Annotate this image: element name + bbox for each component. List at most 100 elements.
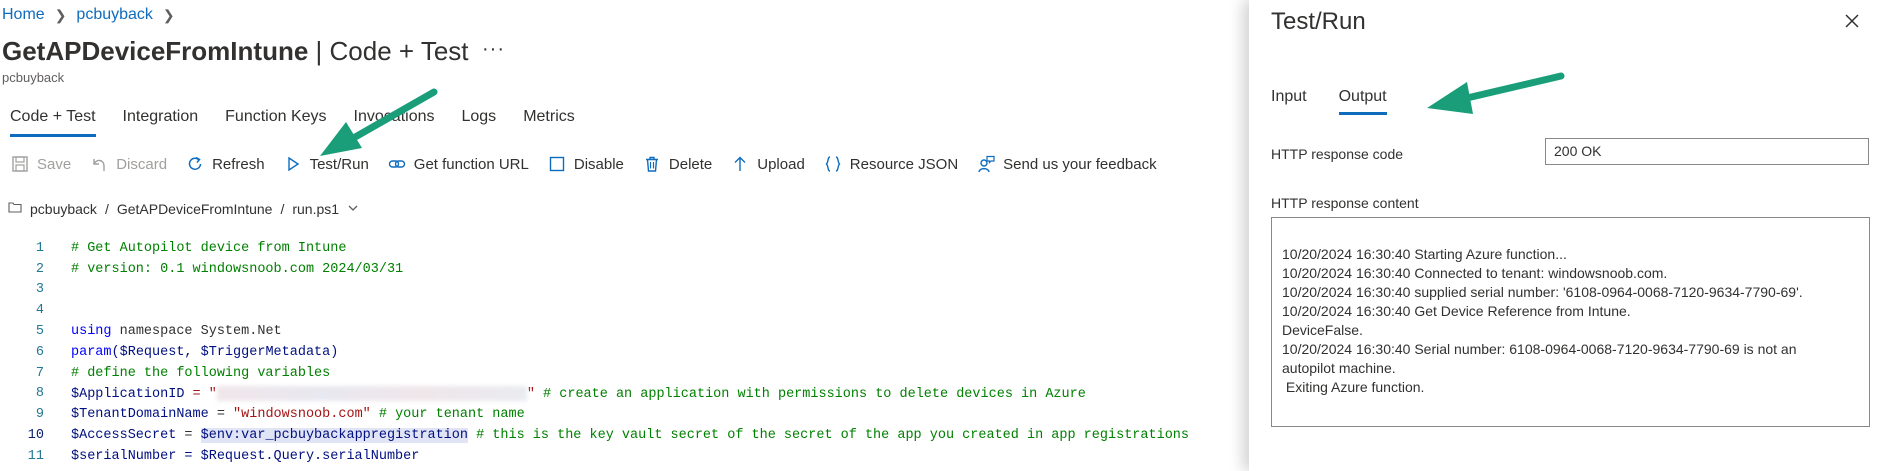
response-code-field[interactable]: 200 OK: [1545, 138, 1869, 165]
chevron-right-icon: ❯: [54, 6, 67, 23]
tab-code-test[interactable]: Code + Test: [10, 108, 96, 137]
breadcrumb-home[interactable]: Home: [2, 6, 45, 24]
code-line: 6 param($Request, $TriggerMetadata): [0, 342, 1249, 363]
code-variable: $ApplicationID: [71, 387, 185, 402]
line-number: 6: [35, 344, 44, 360]
feedback-person-icon: [976, 154, 996, 174]
file-path-breadcrumb: pcbuyback / GetAPDeviceFromIntune / run.…: [8, 200, 359, 217]
code-line: 8 $ApplicationID = " " # create an applica…: [0, 384, 1249, 405]
tab-logs[interactable]: Logs: [461, 108, 496, 137]
line-number: 5: [35, 324, 44, 340]
code-keyword: param: [71, 344, 112, 360]
refresh-label: Refresh: [212, 155, 265, 173]
code-text: # Get Autopilot device from Intune: [71, 240, 347, 256]
save-button[interactable]: Save: [10, 154, 71, 174]
code-line: 7 # define the following variables: [0, 363, 1249, 384]
code-variable: $AccessSecret: [71, 428, 177, 444]
code-text: =: [208, 407, 234, 423]
tab-metrics[interactable]: Metrics: [523, 108, 575, 137]
annotation-arrow-icon: [320, 88, 438, 156]
response-content-label: HTTP response content: [1271, 195, 1419, 211]
response-line: 10/20/2024 16:30:40 supplied serial numb…: [1282, 284, 1803, 300]
feedback-label: Send us your feedback: [1003, 155, 1157, 173]
annotation-arrow-icon: [1427, 72, 1565, 114]
disable-button[interactable]: Disable: [547, 154, 624, 174]
upload-label: Upload: [757, 155, 805, 173]
discard-label: Discard: [116, 155, 168, 173]
tab-input[interactable]: Input: [1271, 88, 1307, 115]
discard-button[interactable]: Discard: [89, 154, 167, 174]
line-number: 2: [35, 261, 44, 277]
path-separator: /: [280, 200, 285, 217]
line-number: 3: [35, 282, 44, 298]
line-number: 8: [35, 386, 44, 402]
code-editor[interactable]: 1 # Get Autopilot device from Intune 2 # v…: [0, 238, 1249, 467]
resource-json-button[interactable]: Resource JSON: [823, 154, 958, 174]
upload-icon: [730, 154, 750, 174]
response-content-field[interactable]: 10/20/2024 16:30:40 Starting Azure funct…: [1271, 217, 1870, 427]
code-text: $serialNumber = $Request.Query.serialNum…: [71, 448, 420, 464]
feedback-button[interactable]: Send us your feedback: [976, 154, 1157, 174]
square-icon: [547, 154, 567, 174]
chevron-down-icon[interactable]: [347, 201, 359, 217]
code-text: =: [176, 428, 201, 444]
tab-output[interactable]: Output: [1338, 88, 1387, 115]
panel-title: Test/Run: [1271, 8, 1366, 35]
tab-integration[interactable]: Integration: [123, 108, 199, 137]
trash-icon: [642, 154, 662, 174]
code-comment: # this is the key vault secret of the se…: [467, 428, 1190, 444]
code-text: ": [526, 387, 535, 402]
line-number: 10: [27, 428, 44, 444]
response-line: DeviceFalse.: [1282, 322, 1363, 338]
page-subtitle: pcbuyback: [2, 70, 65, 85]
panel-tab-bar: Input Output: [1271, 88, 1387, 115]
code-text: ($Request, $TriggerMetadata): [111, 344, 339, 360]
response-code-label: HTTP response code: [1271, 146, 1404, 162]
save-label: Save: [37, 155, 72, 173]
code-keyword: using: [71, 324, 112, 340]
breadcrumb-app[interactable]: pcbuyback: [76, 6, 153, 24]
code-line: 11 $serialNumber = $Request.Query.serialN…: [0, 446, 1249, 467]
code-text: # version: 0.1 windowsnoob.com 2024/03/3…: [71, 261, 404, 277]
code-line: 10 $AccessSecret = $env:var_pcbuybackappr…: [0, 425, 1249, 446]
response-line: autopilot machine.: [1282, 360, 1396, 376]
line-number: 7: [35, 365, 44, 381]
code-line: 2 # version: 0.1 windowsnoob.com 2024/03/…: [0, 259, 1249, 280]
braces-icon: [823, 154, 843, 174]
code-line: 1 # Get Autopilot device from Intune: [0, 238, 1249, 259]
delete-button[interactable]: Delete: [642, 154, 712, 174]
function-name: GetAPDeviceFromIntune: [2, 36, 309, 66]
response-line: 10/20/2024 16:30:40 Starting Azure funct…: [1282, 246, 1567, 262]
chevron-right-icon: ❯: [162, 6, 175, 23]
path-separator: /: [104, 200, 109, 217]
refresh-icon: [185, 154, 205, 174]
test-run-panel: Test/Run Input Output HTTP response code…: [1249, 0, 1880, 471]
code-variable: $TenantDomainName: [71, 407, 209, 423]
save-icon: [10, 154, 30, 174]
file-select[interactable]: run.ps1: [292, 201, 339, 217]
command-bar: Save Discard Refresh Test/Run Get functi…: [10, 154, 1175, 174]
response-line: 10/20/2024 16:30:40 Serial number: 6108-…: [1282, 341, 1797, 357]
close-icon[interactable]: [1841, 10, 1863, 32]
code-env-variable: $env:var_pcbuybackappregistration: [200, 428, 468, 444]
upload-button[interactable]: Upload: [730, 154, 805, 174]
path-app: pcbuyback: [30, 200, 97, 217]
refresh-button[interactable]: Refresh: [185, 154, 265, 174]
function-editor: Home ❯ pcbuyback ❯ GetAPDeviceFromIntune…: [0, 0, 1249, 471]
response-line: 10/20/2024 16:30:40 Connected to tenant:…: [1282, 265, 1668, 281]
breadcrumb: Home ❯ pcbuyback ❯: [2, 6, 175, 24]
path-function: GetAPDeviceFromIntune: [116, 200, 273, 217]
more-options-icon[interactable]: ···: [482, 38, 505, 61]
folder-icon: [8, 200, 22, 217]
line-number: 1: [35, 240, 44, 256]
line-number: 9: [35, 407, 44, 423]
code-text: = ": [184, 387, 217, 402]
response-line: 10/20/2024 16:30:40 Get Device Reference…: [1282, 303, 1631, 319]
title-separator: |: [308, 36, 330, 66]
delete-label: Delete: [668, 155, 713, 173]
title-section: Code + Test: [329, 36, 469, 66]
page-title: GetAPDeviceFromIntune | Code + Test: [2, 36, 469, 67]
line-number: 11: [27, 448, 44, 464]
code-text: # define the following variables: [71, 365, 331, 381]
line-number: 4: [35, 303, 44, 319]
